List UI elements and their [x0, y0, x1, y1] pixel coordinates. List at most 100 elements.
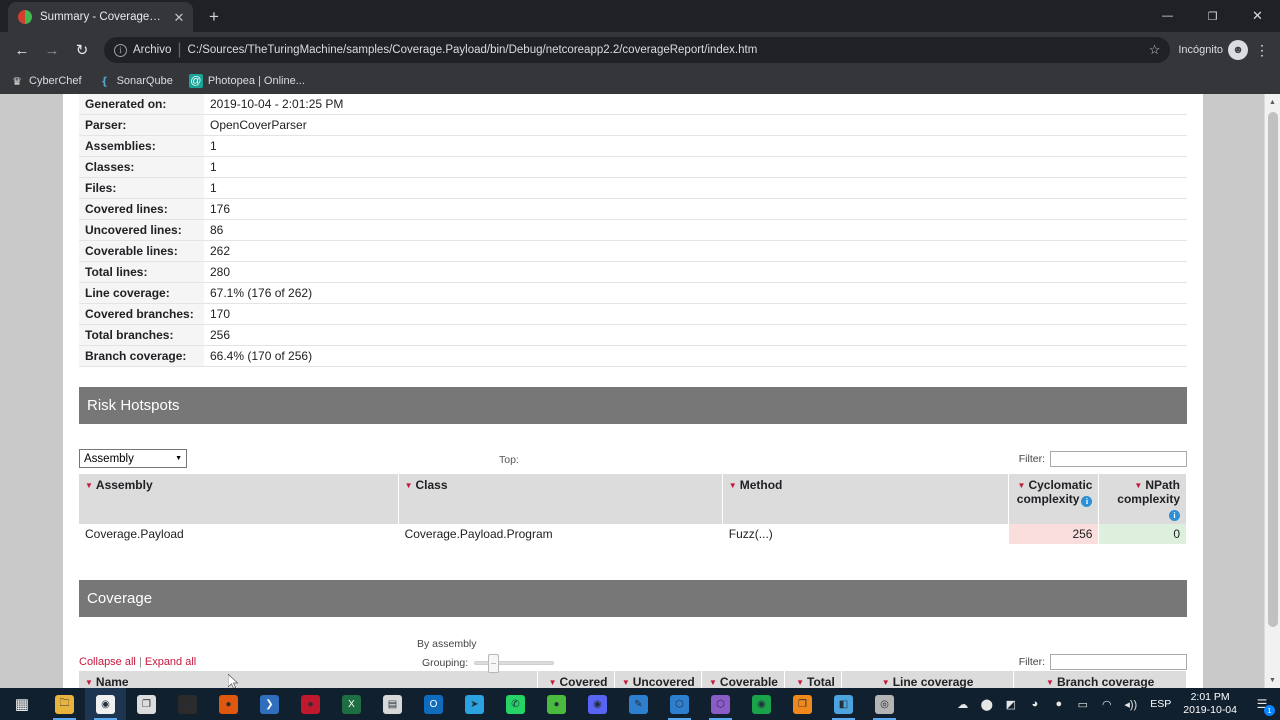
taskbar-ubuntu-icon[interactable]: ●	[208, 688, 249, 720]
info-icon[interactable]: i	[1169, 510, 1180, 521]
start-button[interactable]: ▦	[0, 688, 44, 720]
taskbar-terminal-icon[interactable]: ▸_	[167, 688, 208, 720]
taskbar-ableton-icon[interactable]: ◉	[741, 688, 782, 720]
bookmark-star-icon[interactable]: ☆	[1149, 42, 1161, 58]
telegram-icon: ➤	[465, 694, 484, 714]
sort-caret-icon: ▼	[548, 678, 557, 687]
sort-caret-icon: ▼	[404, 481, 413, 490]
grouping-control: Grouping:	[422, 654, 555, 673]
globe-icon[interactable]: ◕	[1027, 697, 1042, 712]
reload-icon[interactable]: ↻	[68, 36, 96, 64]
incognito-indicator[interactable]: Incógnito ☻	[1178, 40, 1250, 60]
taskbar-notepad-icon[interactable]: ✎	[618, 688, 659, 720]
photopea-icon: @	[188, 74, 203, 88]
page-info-icon[interactable]: i	[114, 43, 127, 57]
risk-filter-input[interactable]	[1050, 451, 1187, 467]
summary-row-label: Assemblies:	[79, 135, 204, 157]
col-coverable[interactable]: ▼ Coverable	[701, 671, 785, 688]
cell-class-link[interactable]: Coverage.Payload.Program	[398, 524, 723, 544]
collapse-all-link[interactable]: Collapse all	[79, 656, 136, 668]
bookmark-sonarqube[interactable]: ❴ SonarQube	[98, 74, 173, 88]
new-tab-button[interactable]: +	[203, 7, 225, 27]
taskbar-google-chrome-icon[interactable]: ◉	[85, 688, 126, 720]
taskbar-whatsapp-icon[interactable]: ✆	[495, 688, 536, 720]
sonarqube-icon: ❴	[99, 75, 110, 88]
address-bar[interactable]: i Archivo | C:/Sources/TheTuringMachine/…	[104, 37, 1171, 63]
taskbar-vscode-icon[interactable]: ⬡	[659, 688, 700, 720]
browser-tab[interactable]: Summary - Coverage Report ✕	[8, 2, 193, 32]
col-cyclomatic-complexity[interactable]: ▼ Cyclomatic complexity i	[1008, 474, 1100, 524]
taskbar-windows-sandbox-icon[interactable]: ❐	[126, 688, 167, 720]
microphone-icon[interactable]: ⬤	[979, 697, 994, 712]
col-name[interactable]: ▼ Name	[79, 671, 539, 688]
greenshot-icon[interactable]: ◩	[1003, 697, 1018, 712]
battery-icon[interactable]: ▭	[1075, 697, 1090, 712]
wifi-icon[interactable]: ◠	[1099, 697, 1114, 712]
summary-row: Total lines: 280	[79, 261, 1187, 283]
url-text[interactable]: C:/Sources/TheTuringMachine/samples/Cove…	[188, 44, 1143, 56]
maximize-icon[interactable]: ❐	[1190, 0, 1235, 32]
taskbar-book-icon[interactable]: ◧	[823, 688, 864, 720]
col-branch-coverage[interactable]: ▼ Branch coverage	[1013, 671, 1187, 688]
clock[interactable]: 2:01 PM 2019-10-04	[1183, 691, 1237, 717]
taskbar-outlook-icon[interactable]: O	[413, 688, 454, 720]
browser-menu-icon[interactable]: ⋮	[1252, 42, 1272, 59]
summary-table: Generated on: 2019-10-04 - 2:01:25 PM Pars…	[79, 94, 1187, 367]
col-method[interactable]: ▼ Method	[722, 474, 1009, 524]
taskbar-obs-studio-icon[interactable]: ◎	[864, 688, 905, 720]
vertical-scrollbar[interactable]: ▲ ▼	[1264, 94, 1280, 688]
grouping-value-label: By assembly	[417, 638, 477, 650]
col-assembly[interactable]: ▼ Assembly	[79, 474, 399, 524]
taskbar-visual-studio-icon[interactable]: ⬡	[700, 688, 741, 720]
info-icon[interactable]: i	[1081, 496, 1093, 507]
minimize-icon[interactable]: —	[1145, 0, 1190, 32]
taskbar-file-explorer-icon[interactable]: 🗀	[44, 688, 85, 720]
onedrive-icon[interactable]: ☁	[955, 697, 970, 712]
windows-sandbox-icon: ❐	[137, 694, 156, 714]
scroll-up-icon[interactable]: ▲	[1265, 94, 1280, 110]
shield-icon[interactable]: ●	[1051, 697, 1066, 712]
taskbar-excel-icon[interactable]: X	[331, 688, 372, 720]
taskbar-discord-icon[interactable]: ◉	[577, 688, 618, 720]
window-close-icon[interactable]: ✕	[1235, 0, 1280, 32]
col-line-coverage[interactable]: ▼ Line coverage	[841, 671, 1015, 688]
taskbar-powershell-icon[interactable]: ❯	[249, 688, 290, 720]
scrollbar-thumb[interactable]	[1268, 112, 1278, 627]
scroll-down-icon[interactable]: ▼	[1265, 672, 1280, 688]
bookmark-cyberchef[interactable]: ♛ CyberChef	[10, 74, 82, 88]
col-npath-complexity[interactable]: ▼ NPath complexity i	[1098, 474, 1187, 524]
back-icon[interactable]: ←	[8, 36, 36, 64]
col-uncovered[interactable]: ▼ Uncovered	[614, 671, 702, 688]
taskbar-wechat-icon[interactable]: ●	[536, 688, 577, 720]
system-tray: ☁ ⬤ ◩ ◕ ● ▭ ◠ ◂)) ESP 2:01 PM 2019-10-04 ☰ 1	[955, 691, 1280, 717]
coverage-filter-input[interactable]	[1050, 654, 1187, 670]
cell-method-link[interactable]: Fuzz(...)	[722, 524, 1009, 544]
vscode-icon: ⬡	[670, 694, 689, 714]
window-controls: — ❐ ✕	[1145, 0, 1280, 32]
ubuntu-icon: ●	[219, 694, 238, 714]
grouping-slider[interactable]	[474, 654, 555, 673]
col-covered[interactable]: ▼ Covered	[537, 671, 615, 688]
assembly-select[interactable]: Assembly ▼	[79, 449, 187, 468]
forward-icon[interactable]: →	[38, 36, 66, 64]
language-indicator[interactable]: ESP	[1150, 698, 1171, 710]
bookmark-photopea[interactable]: @ Photopea | Online...	[188, 74, 305, 88]
visual-studio-icon: ⬡	[711, 694, 730, 714]
col-total[interactable]: ▼ Total	[784, 671, 842, 688]
notification-center-icon[interactable]: ☰ 1	[1252, 693, 1275, 716]
risk-hotspots-section: Assembly ▼ Top: Filter: ▼ Assembly ▼ Cla…	[79, 424, 1187, 560]
cherry-icon: ●	[301, 694, 320, 714]
close-icon[interactable]: ✕	[171, 11, 187, 24]
summary-row-label: Covered branches:	[79, 303, 204, 325]
bookmark-label: Photopea | Online...	[207, 75, 305, 87]
taskbar-cherry-icon[interactable]: ●	[290, 688, 331, 720]
expand-all-link[interactable]: Expand all	[145, 656, 196, 668]
taskbar-calculator-icon[interactable]: ▤	[372, 688, 413, 720]
taskbar-vmware-icon[interactable]: ❐	[782, 688, 823, 720]
grouping-slider-handle[interactable]	[488, 654, 500, 673]
bookmark-label: CyberChef	[29, 75, 82, 87]
sort-caret-icon: ▼	[1134, 481, 1143, 490]
volume-icon[interactable]: ◂))	[1123, 697, 1138, 712]
taskbar-telegram-icon[interactable]: ➤	[454, 688, 495, 720]
col-class[interactable]: ▼ Class	[398, 474, 723, 524]
